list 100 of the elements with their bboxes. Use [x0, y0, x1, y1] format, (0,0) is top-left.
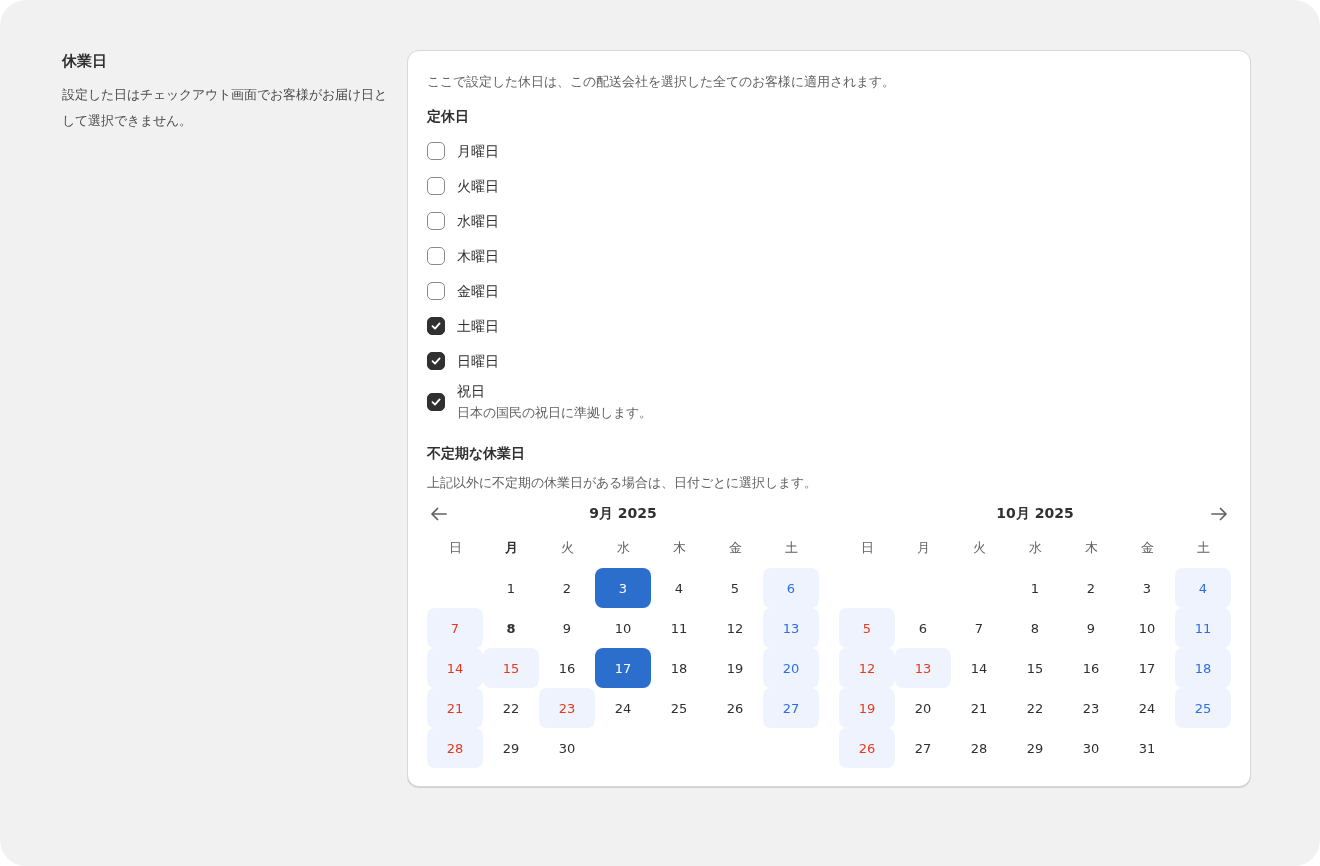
- check-icon: [430, 319, 442, 332]
- checkbox[interactable]: [427, 246, 445, 265]
- calendar-day[interactable]: 25: [1175, 688, 1231, 728]
- checkbox-label: 祝日: [457, 382, 486, 401]
- calendar-day[interactable]: 26: [707, 688, 763, 728]
- calendar-day[interactable]: 3: [1119, 568, 1175, 608]
- calendar-day[interactable]: 4: [1175, 568, 1231, 608]
- section-heading: 定休日: [427, 107, 470, 126]
- weekday-label: 木: [1083, 539, 1099, 557]
- calendar-day[interactable]: 10: [1119, 608, 1175, 648]
- calendar-day[interactable]: 16: [1063, 648, 1119, 688]
- calendar-day[interactable]: 5: [839, 608, 895, 648]
- weekday-label: 金: [1139, 539, 1155, 557]
- calendar-day[interactable]: 19: [707, 648, 763, 688]
- calendar-day[interactable]: 27: [895, 728, 951, 768]
- calendar-day[interactable]: 3: [595, 568, 651, 608]
- weekday-label: 土: [1195, 539, 1211, 557]
- calendar-day[interactable]: 15: [1007, 648, 1063, 688]
- calendar-day[interactable]: 12: [707, 608, 763, 648]
- calendar-day[interactable]: 20: [763, 648, 819, 688]
- calendar-day[interactable]: 27: [763, 688, 819, 728]
- section-title: 休業日: [62, 51, 108, 72]
- calendar-day[interactable]: 29: [1007, 728, 1063, 768]
- calendar-day[interactable]: 5: [707, 568, 763, 608]
- calendar-day[interactable]: 24: [1119, 688, 1175, 728]
- calendar-day[interactable]: 6: [895, 608, 951, 648]
- calendar-day[interactable]: 16: [539, 648, 595, 688]
- calendar-day[interactable]: 11: [651, 608, 707, 648]
- checkbox-label: 木曜日: [457, 246, 499, 266]
- calendar-day[interactable]: 13: [763, 608, 819, 648]
- checkbox[interactable]: [427, 316, 445, 335]
- calendar-day[interactable]: 17: [1119, 648, 1175, 688]
- calendar-day[interactable]: 9: [539, 608, 595, 648]
- checkbox[interactable]: [427, 351, 445, 370]
- check-icon: [430, 396, 442, 408]
- weekday-label: 水: [615, 539, 631, 557]
- calendar-day[interactable]: 25: [651, 688, 707, 728]
- calendar-day[interactable]: 7: [427, 608, 483, 648]
- calendar-day[interactable]: 14: [427, 648, 483, 688]
- calendar-day[interactable]: 6: [763, 568, 819, 608]
- calendar-day[interactable]: 26: [839, 728, 895, 768]
- weekday-label: 土: [783, 539, 799, 557]
- calendar-day[interactable]: 15: [483, 648, 539, 688]
- checkbox-label: 日曜日: [457, 351, 499, 371]
- calendar-day[interactable]: 1: [1007, 568, 1063, 608]
- weekday-label: 日: [447, 539, 463, 557]
- checkbox-label: 火曜日: [457, 176, 499, 196]
- calendar-day[interactable]: 19: [839, 688, 895, 728]
- weekday-label: 金: [727, 539, 743, 557]
- month-title: 10月 2025: [995, 505, 1075, 523]
- calendar-day[interactable]: 21: [951, 688, 1007, 728]
- calendar-day[interactable]: 12: [839, 648, 895, 688]
- weekday-label: 火: [971, 539, 987, 557]
- calendar-day[interactable]: 23: [539, 688, 595, 728]
- calendar-day[interactable]: 30: [1063, 728, 1119, 768]
- calendar-day[interactable]: 8: [1007, 608, 1063, 648]
- calendar-day[interactable]: 18: [651, 648, 707, 688]
- calendar-day[interactable]: 8: [483, 608, 539, 648]
- calendar-day[interactable]: 14: [951, 648, 1007, 688]
- checkbox[interactable]: [427, 141, 445, 160]
- help-text: 日本の国民の祝日に準拠します。: [457, 404, 652, 422]
- calendar-day[interactable]: 11: [1175, 608, 1231, 648]
- check-icon: [430, 354, 442, 367]
- calendar-day[interactable]: 21: [427, 688, 483, 728]
- checkbox[interactable]: [427, 211, 445, 230]
- calendar-day[interactable]: 22: [483, 688, 539, 728]
- calendar-day[interactable]: 20: [895, 688, 951, 728]
- calendar-day[interactable]: 23: [1063, 688, 1119, 728]
- checkbox-label: 水曜日: [457, 211, 499, 231]
- weekday-label: 月: [503, 539, 519, 557]
- month-title: 9月 2025: [588, 505, 658, 523]
- intro-text: ここで設定した休日は、この配送会社を選択した全てのお客様に適用されます。: [427, 73, 896, 91]
- weekday-label: 日: [859, 539, 875, 557]
- checkbox-label: 土曜日: [457, 316, 499, 336]
- calendar-day[interactable]: 30: [539, 728, 595, 768]
- weekday-label: 水: [1027, 539, 1043, 557]
- calendar-day[interactable]: 28: [951, 728, 1007, 768]
- weekday-label: 木: [671, 539, 687, 557]
- calendar-day[interactable]: 1: [483, 568, 539, 608]
- calendar-day[interactable]: 28: [427, 728, 483, 768]
- calendar-day[interactable]: 31: [1119, 728, 1175, 768]
- calendar-day[interactable]: 2: [539, 568, 595, 608]
- checkbox-label: 金曜日: [457, 281, 499, 301]
- calendar-day[interactable]: 17: [595, 648, 651, 688]
- calendar-day[interactable]: 13: [895, 648, 951, 688]
- calendar-day[interactable]: 4: [651, 568, 707, 608]
- calendar-day[interactable]: 18: [1175, 648, 1231, 688]
- weekday-label: 月: [915, 539, 931, 557]
- calendar-day[interactable]: 24: [595, 688, 651, 728]
- checkbox[interactable]: [427, 176, 445, 195]
- calendar-day[interactable]: 2: [1063, 568, 1119, 608]
- calendar-day[interactable]: 29: [483, 728, 539, 768]
- calendar-day[interactable]: 22: [1007, 688, 1063, 728]
- calendar-day[interactable]: 10: [595, 608, 651, 648]
- checkbox[interactable]: [427, 393, 445, 411]
- calendar-day[interactable]: 9: [1063, 608, 1119, 648]
- section-description: 上記以外に不定期の休業日がある場合は、日付ごとに選択します。: [427, 474, 818, 492]
- checkbox[interactable]: [427, 281, 445, 300]
- checkbox-label: 月曜日: [457, 141, 499, 161]
- calendar-day[interactable]: 7: [951, 608, 1007, 648]
